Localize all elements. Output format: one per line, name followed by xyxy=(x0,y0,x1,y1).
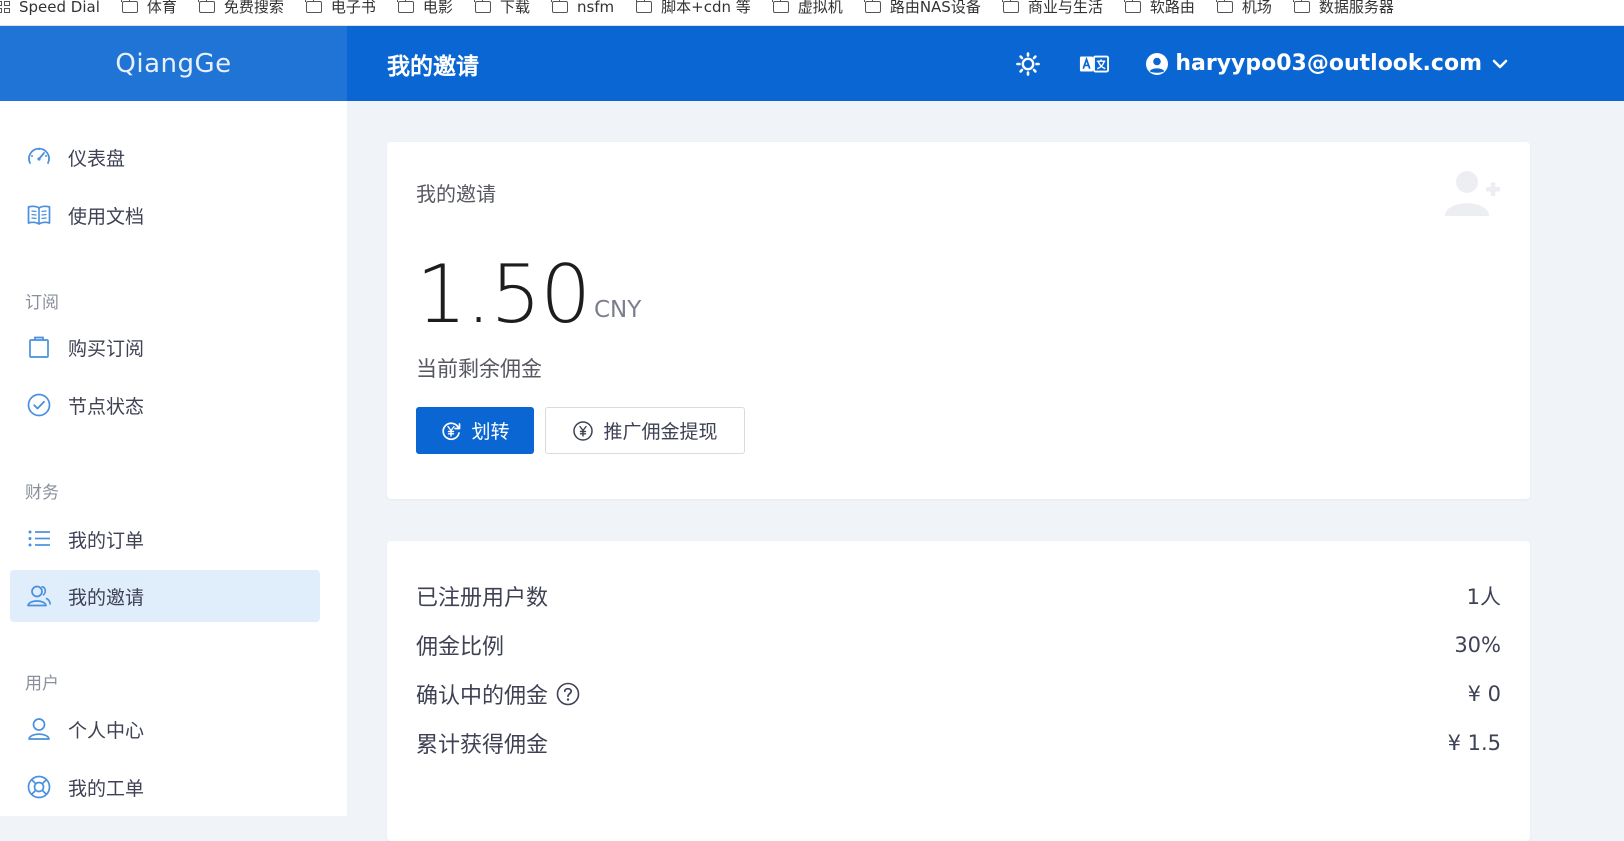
language-switch-button[interactable] xyxy=(1079,49,1110,79)
commission-amount-caption: 当前剩余佣金 xyxy=(416,357,542,381)
stat-label: 已注册用户数 xyxy=(416,586,549,611)
top-header: 我的邀请 haryypo03@outlook.com xyxy=(347,26,1624,101)
sidebar-item-label: 节点状态 xyxy=(68,395,145,418)
stat-value: 1人 xyxy=(1466,585,1501,609)
bookmark-folder[interactable]: 免费搜索 xyxy=(198,0,284,20)
yen-cycle-icon xyxy=(440,420,462,442)
stat-value: ¥ 1.5 xyxy=(1447,731,1501,755)
bookmark-folder[interactable]: 体育 xyxy=(121,0,177,20)
sidebar-item-dashboard[interactable]: 仪表盘 xyxy=(10,131,320,183)
account-circle-icon xyxy=(1146,52,1169,75)
speed-dial-icon xyxy=(0,0,10,13)
folder-icon xyxy=(397,0,414,13)
sidebar-item-label: 个人中心 xyxy=(68,719,145,742)
transfer-button[interactable]: 划转 xyxy=(416,407,534,454)
commission-card: 我的邀请 1.50 CNY 当前剩余佣金 划转 推广佣金提现 xyxy=(387,142,1530,499)
check-circle-icon xyxy=(25,391,53,419)
sidebar-item-label: 我的工单 xyxy=(68,777,145,800)
folder-icon xyxy=(1293,0,1310,13)
yen-circle-icon xyxy=(572,420,594,442)
stat-row-pending-commission: 确认中的佣金 ¥ 0 xyxy=(416,674,1501,714)
withdraw-commission-button[interactable]: 推广佣金提现 xyxy=(545,407,745,454)
sidebar-item-tickets[interactable]: 我的工单 xyxy=(10,761,320,813)
withdraw-button-label: 推广佣金提现 xyxy=(603,421,718,443)
transfer-button-label: 划转 xyxy=(471,421,510,443)
sidebar: 仪表盘 使用文档 订阅 购买订阅 节点状态 财务 我的订单 我的邀请 用户 个人… xyxy=(0,101,347,816)
bookmarks-bar: Speed Dial 体育 免费搜索 电子书 电影 下载 nsfm 脚本+cdn… xyxy=(0,0,1624,26)
folder-icon xyxy=(772,0,789,13)
currency-label: CNY xyxy=(594,297,642,323)
sidebar-section-finance: 财务 xyxy=(25,483,59,503)
stat-row-commission-rate: 佣金比例 30% xyxy=(416,625,1501,665)
sidebar-section-user: 用户 xyxy=(25,674,59,694)
list-icon xyxy=(25,525,53,553)
sidebar-item-buy-subscription[interactable]: 购买订阅 xyxy=(10,321,320,373)
bookmark-folder[interactable]: nsfm xyxy=(551,0,614,20)
sun-icon xyxy=(1016,51,1041,76)
bookmark-folder[interactable]: 机场 xyxy=(1216,0,1272,20)
folder-icon xyxy=(198,0,215,13)
bookmark-folder[interactable]: 商业与生活 xyxy=(1002,0,1103,20)
brand-name: QiangGe xyxy=(115,48,232,79)
sidebar-item-profile[interactable]: 个人中心 xyxy=(10,703,320,755)
stat-value: 30% xyxy=(1454,633,1501,657)
lifebuoy-icon xyxy=(25,773,53,801)
stat-label: 确认中的佣金 xyxy=(416,684,549,709)
bookmark-folder[interactable]: 下载 xyxy=(474,0,530,20)
sidebar-item-node-status[interactable]: 节点状态 xyxy=(10,379,320,431)
sidebar-item-label: 使用文档 xyxy=(68,205,145,228)
sidebar-item-label: 我的邀请 xyxy=(68,586,145,609)
card-title: 我的邀请 xyxy=(416,182,496,206)
shopping-bag-icon xyxy=(25,333,53,361)
stat-label: 累计获得佣金 xyxy=(416,733,549,758)
folder-icon xyxy=(474,0,491,13)
bookmark-folder[interactable]: 虚拟机 xyxy=(772,0,843,20)
stat-value: ¥ 0 xyxy=(1467,682,1501,706)
chevron-down-icon xyxy=(1492,59,1508,68)
invite-stats-card: 已注册用户数 1人 佣金比例 30% 确认中的佣金 ¥ 0 累计获得佣金 ¥ 1… xyxy=(387,541,1530,841)
stat-row-registered-users: 已注册用户数 1人 xyxy=(416,576,1501,616)
bookmark-folder[interactable]: 脚本+cdn 等 xyxy=(635,0,751,20)
sidebar-item-label: 仪表盘 xyxy=(68,147,126,170)
folder-icon xyxy=(1002,0,1019,13)
dashboard-icon xyxy=(25,143,53,171)
sidebar-item-label: 购买订阅 xyxy=(68,337,145,360)
commission-amount: 1.50 xyxy=(416,248,591,341)
user-plus-icon xyxy=(1442,168,1502,218)
folder-icon xyxy=(1124,0,1141,13)
folder-icon xyxy=(635,0,653,13)
bookmark-folder[interactable]: 电子书 xyxy=(305,0,376,20)
sidebar-item-docs[interactable]: 使用文档 xyxy=(10,189,320,241)
user-email: haryypo03@outlook.com xyxy=(1175,51,1482,76)
stat-label: 佣金比例 xyxy=(416,635,505,660)
bookmark-folder[interactable]: 软路由 xyxy=(1124,0,1195,20)
bookmark-speed-dial[interactable]: Speed Dial xyxy=(0,0,100,20)
folder-icon xyxy=(551,0,568,13)
folder-icon xyxy=(305,0,322,13)
book-icon xyxy=(25,201,53,229)
user-menu[interactable]: haryypo03@outlook.com xyxy=(1145,51,1508,76)
stat-row-total-commission: 累计获得佣金 ¥ 1.5 xyxy=(416,723,1501,763)
sidebar-item-label: 我的订单 xyxy=(68,529,145,552)
folder-icon xyxy=(121,0,138,13)
users-icon xyxy=(25,582,53,610)
sidebar-item-my-orders[interactable]: 我的订单 xyxy=(10,513,320,565)
folder-icon xyxy=(864,0,881,13)
bookmark-folder[interactable]: 路由NAS设备 xyxy=(864,0,981,20)
bookmark-folder[interactable]: 电影 xyxy=(397,0,453,20)
sidebar-item-my-invitations[interactable]: 我的邀请 xyxy=(10,570,320,622)
translate-icon xyxy=(1080,55,1110,72)
sidebar-section-subscription: 订阅 xyxy=(25,293,59,313)
help-icon[interactable] xyxy=(556,682,580,706)
bookmark-folder[interactable]: 数据服务器 xyxy=(1293,0,1394,20)
page-title: 我的邀请 xyxy=(387,53,479,80)
user-icon xyxy=(25,715,53,743)
folder-icon xyxy=(1216,0,1233,13)
theme-toggle-button[interactable] xyxy=(1013,49,1043,79)
brand-logo[interactable]: QiangGe xyxy=(0,26,347,101)
stat-label-wrapper: 确认中的佣金 xyxy=(416,678,580,710)
